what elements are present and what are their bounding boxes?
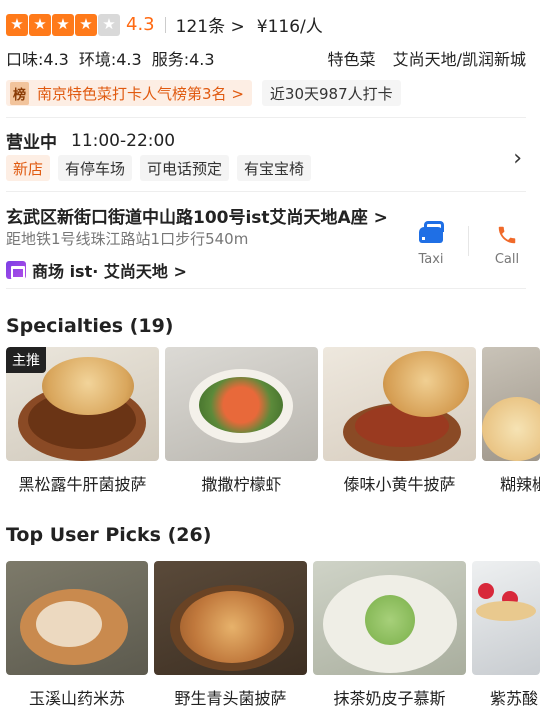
tag-phone-reservation: 可电话预定 — [140, 155, 230, 181]
taste-score: 口味:4.3 — [6, 50, 69, 69]
dish-card[interactable]: 玉溪山药米苏 — [6, 561, 148, 709]
call-label: Call — [494, 252, 520, 267]
dish-card[interactable]: 野生青头菌披萨 — [154, 561, 307, 709]
hours-row[interactable]: 营业中 11:00-22:00 — [6, 128, 526, 154]
sub-scores: 口味:4.3 环境:4.3 服务:4.3 特色菜 艾尚天地/凯润新城 — [6, 46, 526, 70]
star-icon: ★ — [98, 13, 120, 36]
rank-icon: 榜 — [10, 81, 30, 105]
dish-name: 抹茶奶皮子慕斯 — [333, 689, 446, 708]
dish-image — [6, 561, 148, 675]
checkin-badge: 近30天987人打卡 — [261, 80, 401, 106]
price-per-person: ¥116/人 — [256, 17, 323, 37]
specialties-title: Specialties (19) — [6, 315, 174, 337]
environment-score: 环境:4.3 — [78, 50, 142, 69]
dish-card[interactable]: 抹茶奶皮子慕斯 — [313, 561, 466, 709]
opening-hours: 11:00-22:00 — [71, 130, 176, 151]
top-picks-title: Top User Picks (26) — [6, 524, 212, 546]
mall-link[interactable]: 商场 ist· 艾尚天地 > — [6, 258, 400, 282]
service-score: 服务:4.3 — [151, 50, 215, 69]
dish-name: 玉溪山药米苏 — [28, 689, 125, 708]
dish-name: 黑松露牛肝菌披萨 — [18, 475, 147, 494]
dish-card[interactable]: 傣味小黄牛披萨 — [323, 347, 476, 495]
rating-score: 4.3 — [126, 14, 155, 35]
address-text: 玄武区新街口街道中山路100号ist艾尚天地A座 > — [6, 208, 388, 228]
car-icon — [419, 221, 446, 243]
dish-name: 紫苏酸 — [490, 689, 539, 708]
area-label: 艾尚天地/凯润新城 — [392, 50, 526, 69]
dish-image: 主推 — [6, 347, 159, 461]
tag-new: 新店 — [6, 155, 51, 181]
ranking-text: 南京特色菜打卡人气榜第3名 > — [37, 84, 244, 103]
dish-name: 撒撒柠檬虾 — [201, 475, 282, 494]
divider — [164, 16, 166, 33]
star-icon: ★ — [52, 13, 74, 36]
taxi-label: Taxi — [418, 252, 444, 267]
dish-card[interactable]: 主推 黑松露牛肝菌披萨 — [6, 347, 159, 495]
divider — [6, 117, 526, 118]
badge-row: 榜 南京特色菜打卡人气榜第3名 > 近30天987人打卡 — [6, 80, 526, 106]
ranking-badge[interactable]: 榜 南京特色菜打卡人气榜第3名 > — [6, 80, 252, 106]
dish-image — [165, 347, 318, 461]
featured-badge: 主推 — [6, 347, 46, 373]
subway-info: 距地铁1号线珠江路站1口步行540m — [6, 228, 400, 249]
phone-icon — [498, 226, 516, 244]
star-rating: ★ ★ ★ ★ ★ — [6, 13, 120, 36]
reviews-link[interactable]: 121条 > — [176, 12, 245, 37]
rating-row: ★ ★ ★ ★ ★ 4.3 121条 > ¥116/人 — [6, 12, 526, 37]
dish-name: 傣味小黄牛披萨 — [343, 475, 456, 494]
facility-tags: 新店 有停车场 可电话预定 有宝宝椅 — [6, 155, 526, 181]
open-status: 营业中 — [6, 133, 57, 153]
mall-icon — [6, 261, 26, 279]
dish-card[interactable]: 糊辣椒 — [482, 347, 540, 495]
dish-image — [472, 561, 540, 675]
dish-image — [154, 561, 307, 675]
star-icon: ★ — [6, 13, 28, 36]
dish-name: 糊辣椒 — [500, 475, 540, 494]
category-label: 特色菜 — [327, 50, 376, 69]
subway-distance: 距地铁1号线珠江路站1口步行540m — [6, 230, 249, 248]
dish-card[interactable]: 撒撒柠檬虾 — [165, 347, 318, 495]
call-button[interactable]: Call — [477, 220, 537, 267]
tag-baby-chair: 有宝宝椅 — [237, 155, 312, 181]
address-link[interactable]: 玄武区新街口街道中山路100号ist艾尚天地A座 > — [6, 203, 400, 228]
divider — [468, 226, 469, 256]
divider — [6, 288, 526, 289]
dish-image — [482, 347, 540, 461]
mall-name: 商场 ist· 艾尚天地 > — [32, 262, 187, 281]
dish-name: 野生青头菌披萨 — [174, 689, 287, 708]
star-icon: ★ — [75, 13, 97, 36]
star-icon: ★ — [29, 13, 51, 36]
dish-image — [323, 347, 476, 461]
dish-card[interactable]: 紫苏酸 — [472, 561, 540, 709]
divider — [6, 191, 526, 192]
taxi-button[interactable]: Taxi — [401, 220, 461, 267]
dish-image — [313, 561, 466, 675]
tag-parking: 有停车场 — [58, 155, 133, 181]
